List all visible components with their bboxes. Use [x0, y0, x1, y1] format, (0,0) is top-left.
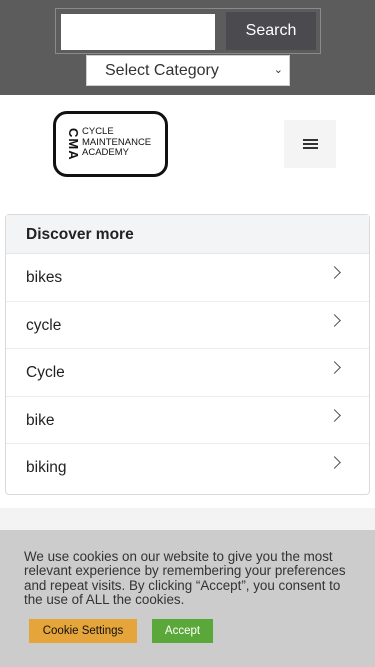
discover-item-label: biking: [26, 459, 67, 476]
menu-toggle-button[interactable]: [284, 120, 336, 168]
search-button[interactable]: Search: [226, 12, 316, 50]
cookie-message: We use cookies on our website to give yo…: [24, 549, 346, 608]
chevron-right-icon: [328, 361, 341, 374]
chevron-right-icon: [328, 408, 341, 422]
cookie-settings-button[interactable]: Cookie Settings: [29, 619, 137, 643]
discover-item-cycle-capitalized[interactable]: Cycle: [6, 349, 369, 397]
chevron-down-icon: ⌄: [273, 64, 283, 76]
hamburger-icon: [303, 139, 318, 141]
discover-more-panel: Discover more bikes cycle Cycle bike bik…: [5, 214, 370, 495]
discover-item-label: bikes: [26, 269, 63, 286]
chevron-right-icon: [328, 266, 341, 279]
chevron-right-icon: [328, 456, 341, 469]
discover-item-bikes[interactable]: bikes: [6, 254, 369, 302]
logo-mark: CMA: [66, 127, 81, 161]
logo-line: ACADEMY: [82, 147, 129, 158]
logo-text: CYCLE MAINTENANCE ACADEMY: [82, 126, 151, 159]
logo-line: CYCLE: [82, 126, 114, 137]
category-select[interactable]: Select Category ⌄: [86, 55, 290, 86]
discover-item-label: Cycle: [26, 364, 65, 381]
search-form: Search: [55, 8, 321, 54]
discover-item-cycle[interactable]: cycle: [6, 302, 369, 349]
section-divider: [0, 508, 375, 530]
hamburger-icon: [303, 147, 318, 149]
category-select-value: Select Category: [105, 62, 219, 79]
chevron-right-icon: [328, 313, 341, 327]
discover-item-label: bike: [26, 411, 55, 429]
discover-item-label: cycle: [26, 316, 62, 334]
hamburger-icon: [303, 143, 318, 145]
search-input[interactable]: [61, 14, 215, 50]
accept-cookies-button[interactable]: Accept: [152, 619, 213, 643]
site-header: CMA CYCLE MAINTENANCE ACADEMY: [0, 95, 375, 205]
discover-item-bike[interactable]: bike: [6, 397, 369, 444]
top-search-bar: Search Select Category ⌄: [0, 0, 375, 95]
discover-item-biking[interactable]: biking: [6, 444, 369, 492]
cookie-banner: We use cookies on our website to give yo…: [0, 530, 375, 667]
site-logo[interactable]: CMA CYCLE MAINTENANCE ACADEMY: [53, 111, 168, 177]
discover-more-title: Discover more: [6, 215, 369, 254]
